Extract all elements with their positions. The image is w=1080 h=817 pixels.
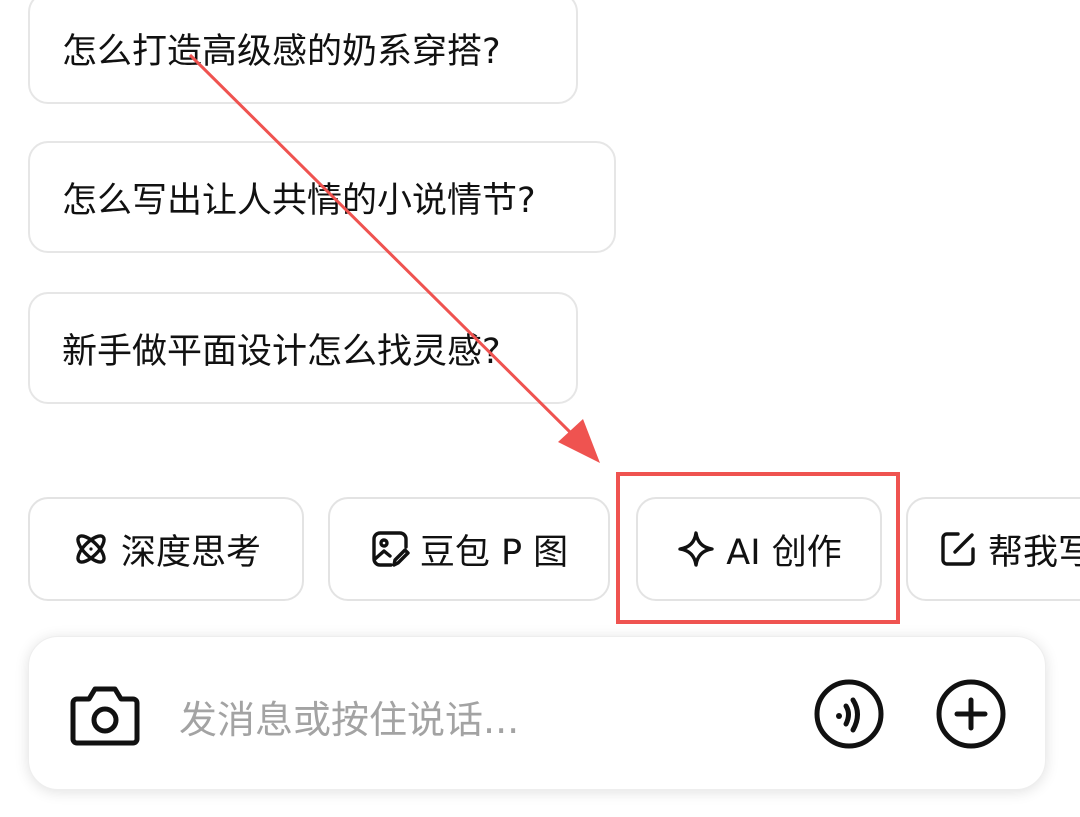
edit-square-icon [941, 532, 975, 566]
deep-think-chip[interactable]: 深度思考 [28, 497, 304, 601]
plus-circle-icon[interactable] [935, 678, 1007, 750]
chip-label: AI 创作 [726, 532, 842, 573]
suggestion-chip[interactable]: 新手做平面设计怎么找灵感? [28, 292, 578, 404]
chip-label: 帮我写 [988, 532, 1080, 573]
image-edit-icon [372, 531, 410, 567]
suggestion-chip[interactable]: 怎么写出让人共情的小说情节? [28, 141, 616, 253]
atom-icon [76, 534, 106, 564]
help-write-chip[interactable]: 帮我写 [906, 497, 1080, 601]
chip-label: 深度思考 [120, 532, 261, 573]
doubao-p-chip[interactable]: 豆包 P 图 [328, 497, 610, 601]
chip-label: 豆包 P 图 [419, 532, 569, 573]
camera-icon[interactable] [69, 681, 141, 747]
suggestion-text: 怎么写出让人共情的小说情节? [62, 180, 536, 221]
suggestion-text: 怎么打造高级感的奶系穿搭? [62, 31, 501, 72]
voice-wave-icon[interactable] [813, 678, 885, 750]
suggestion-text: 新手做平面设计怎么找灵感? [62, 331, 501, 372]
chat-screen: 怎么打造高级感的奶系穿搭? 怎么写出让人共情的小说情节? 新手做平面设计怎么找灵… [0, 0, 1080, 817]
suggestion-chip[interactable]: 怎么打造高级感的奶系穿搭? [28, 0, 578, 104]
message-input[interactable]: 发消息或按住说话... [179, 689, 519, 744]
message-input-bar: 发消息或按住说话... [28, 636, 1046, 790]
ai-create-chip[interactable]: AI 创作 [636, 497, 882, 601]
sparkle-icon [678, 531, 714, 567]
